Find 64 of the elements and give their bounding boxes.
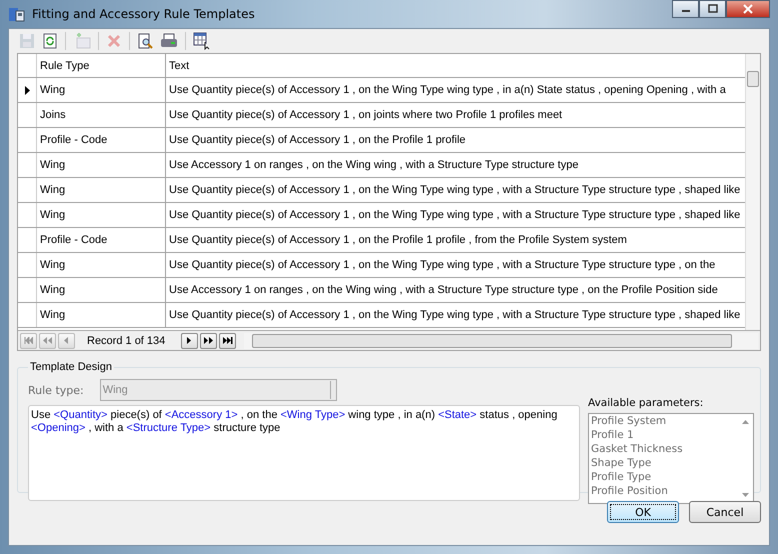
table-cell-text: Use Accessory 1 on ranges , on the Wing wing , with a Structure Type structure type xyxy=(168,158,580,173)
table-cell: Wing xyxy=(37,203,166,227)
table-cell: Wing xyxy=(37,153,166,177)
record-counter: Record 1 of 134 xyxy=(86,334,166,346)
table-cell-text: Use Accessory 1 on ranges , on the Wing wing , with a Structure Type structure type , on the Profile Position side xyxy=(168,283,719,298)
app-icon xyxy=(8,5,26,23)
table-cell-text: Use Quantity piece(s) of Accessory 1 , on the Wing Type wing type , with a Structure Type structure type , shaped like xyxy=(168,208,742,223)
fast-forward-icon xyxy=(204,337,213,344)
parameter-item[interactable]: Gasket Thickness xyxy=(589,442,738,456)
parameter-item[interactable]: Profile Position xyxy=(589,484,738,498)
printer-icon xyxy=(160,33,178,49)
ok-button[interactable]: OK xyxy=(607,501,679,523)
current-row-icon xyxy=(24,86,30,94)
parameter-item[interactable]: Shape Type xyxy=(589,456,738,470)
delete-icon xyxy=(106,33,122,49)
table-cell-text: Use Quantity piece(s) of Accessory 1 , on the Wing Type wing type , with a Structure Type structure type , on the xyxy=(168,258,716,273)
scroll-down-icon[interactable] xyxy=(742,493,749,497)
print-preview-icon xyxy=(137,33,153,49)
rewind-icon xyxy=(43,337,52,344)
first-icon xyxy=(24,337,33,344)
close-icon xyxy=(743,4,753,14)
template-text-box[interactable]: Use <Quantity> piece(s) of <Accessory 1> , on the <Wing Type> wing type , in a(n) <State> status , opening <Opening> , with a <Structure Type> structure type xyxy=(28,405,580,501)
first-record-button[interactable] xyxy=(20,332,37,348)
table-cell: Profile - Code xyxy=(37,228,166,252)
table-cell: Wing xyxy=(37,78,166,102)
table-cell-text: Use Quantity piece(s) of Accessory 1 , on joints where two Profile 1 profiles meet xyxy=(168,108,564,123)
maximize-icon xyxy=(708,4,718,14)
table-cell-text: Use Quantity piece(s) of Accessory 1 , on the Wing Type wing type , with a Structure Type structure type , shaped like xyxy=(168,308,742,323)
left-arrow-icon xyxy=(64,337,69,344)
table-cell: Profile - Code xyxy=(37,128,166,152)
window-title: Fitting and Accessory Rule Templates xyxy=(32,7,255,21)
parameter-item[interactable]: Profile 1 xyxy=(589,428,738,442)
horizontal-scrollbar[interactable] xyxy=(244,332,758,348)
last-record-button[interactable] xyxy=(219,332,236,348)
floppy-icon xyxy=(19,33,35,49)
close-button[interactable] xyxy=(726,0,770,18)
parameter-item[interactable]: Profile Type xyxy=(589,470,738,484)
table-cell: Wing xyxy=(37,178,166,202)
table-cell: Wing xyxy=(37,253,166,277)
table-cell-text: Use Quantity piece(s) of Accessory 1 , on the Profile 1 profile xyxy=(168,133,467,148)
vertical-scrollbar[interactable] xyxy=(745,54,760,330)
field-label: Rule type: xyxy=(28,384,84,396)
rule-type-dropdown[interactable]: Wing xyxy=(100,379,337,401)
parameter-item[interactable]: Profile System xyxy=(589,414,738,428)
next-record-button[interactable] xyxy=(181,332,198,348)
parameters-label: Available parameters: xyxy=(588,397,704,409)
group-title: Template Design xyxy=(29,361,113,373)
minimize-button[interactable] xyxy=(672,0,699,18)
maximize-button[interactable] xyxy=(699,0,726,18)
scroll-up-icon[interactable] xyxy=(742,420,749,424)
cancel-button[interactable]: Cancel xyxy=(689,501,761,523)
table-cell: Wing xyxy=(37,303,166,327)
next-page-button[interactable] xyxy=(200,332,217,348)
table-cell: Joins xyxy=(37,103,166,127)
last-icon xyxy=(222,337,232,344)
grid-icon xyxy=(193,32,211,50)
table-cell-text: Use Quantity piece(s) of Accessory 1 , on the Profile 1 profile , from the Profile System system xyxy=(168,233,628,248)
previous-page-button[interactable] xyxy=(39,332,56,348)
table-cell-text: Use Quantity piece(s) of Accessory 1 , on the Wing Type wing type , in a(n) State status , opening Opening , with a xyxy=(168,83,727,98)
table-cell-text: Use Quantity piece(s) of Accessory 1 , on the Wing Type wing type , with a Structure Type structure type , shaped like xyxy=(168,183,742,198)
refresh-icon xyxy=(42,33,58,49)
right-arrow-icon xyxy=(187,337,192,344)
table-cell: Wing xyxy=(37,278,166,302)
previous-record-button[interactable] xyxy=(58,332,75,348)
